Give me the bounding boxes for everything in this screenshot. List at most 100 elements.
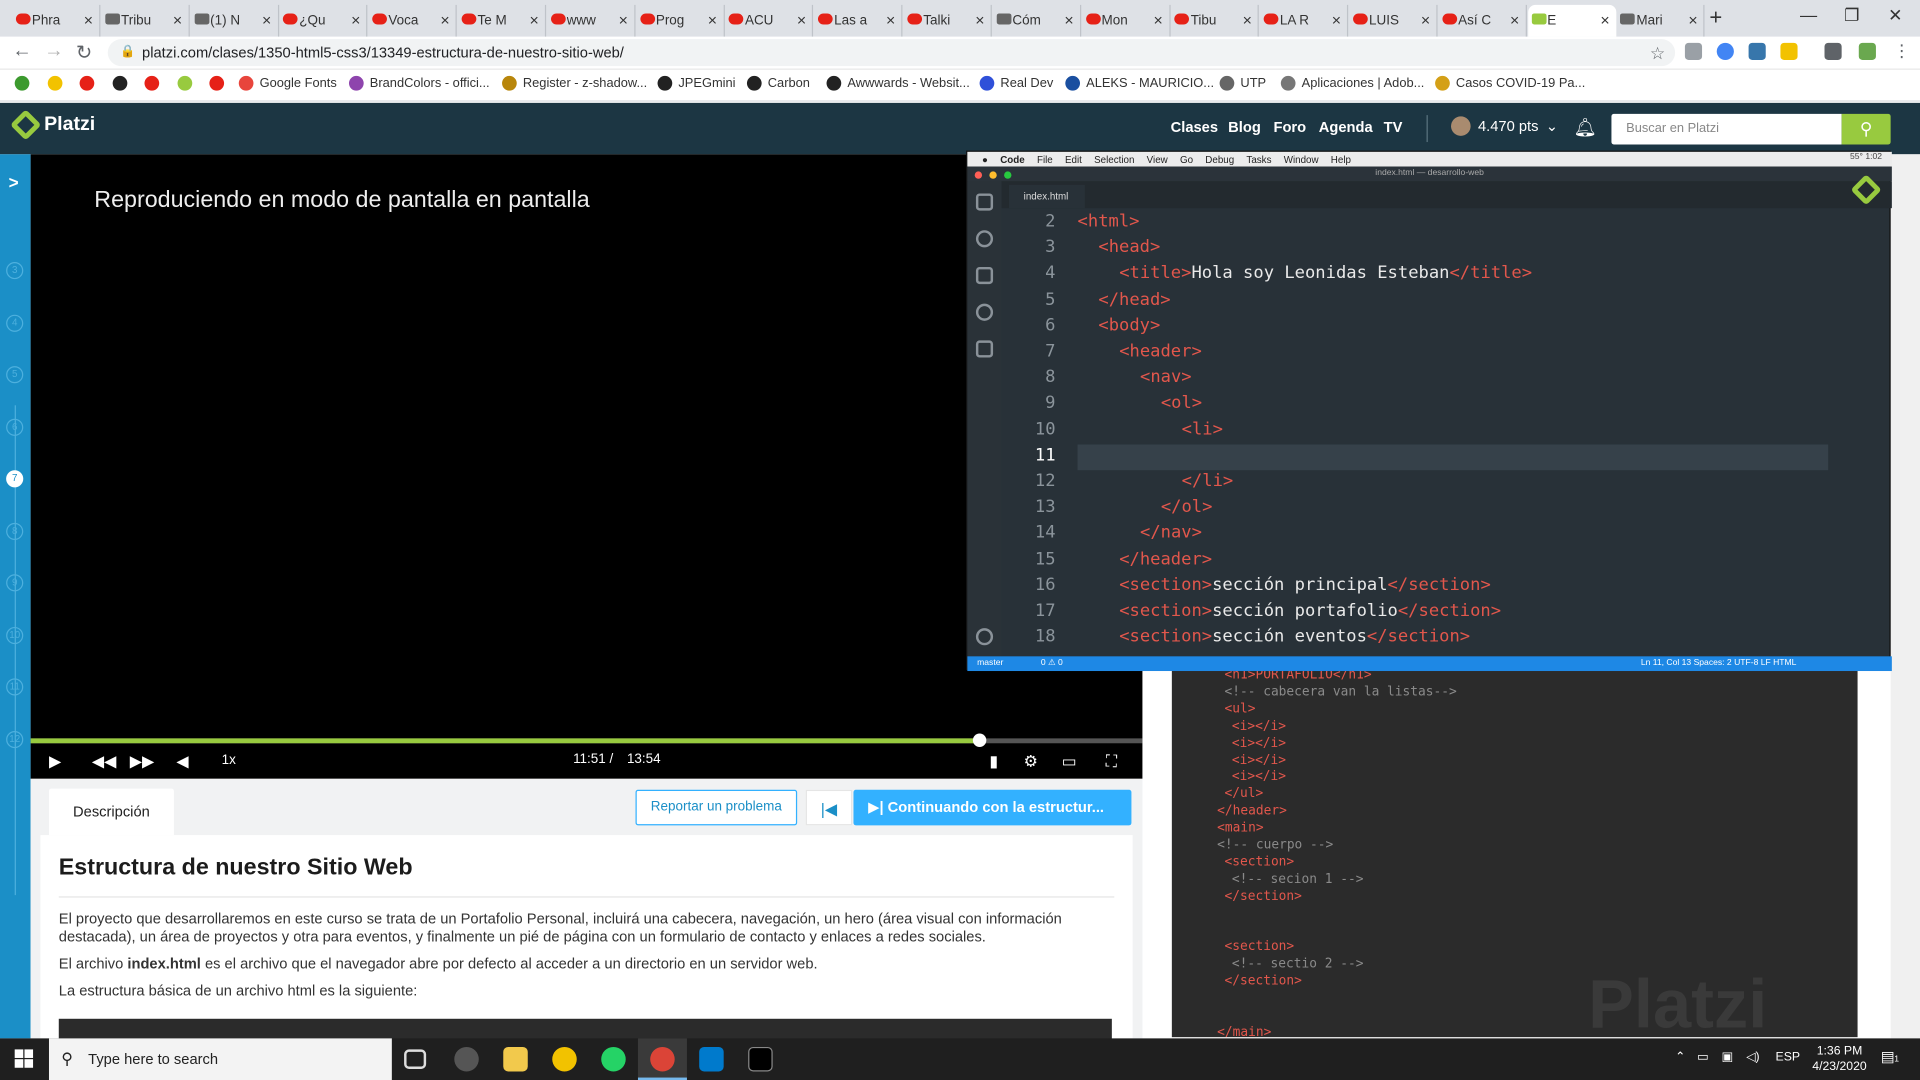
close-tab-icon[interactable]: × — [797, 11, 806, 29]
browser-tab[interactable]: LUIS × — [1349, 4, 1438, 37]
bookmark-item[interactable]: Casos COVID-19 Pa... — [1435, 75, 1585, 91]
close-tab-icon[interactable]: × — [1510, 11, 1519, 29]
bookmark-item[interactable] — [112, 75, 127, 91]
nav-agenda[interactable]: Agenda — [1319, 119, 1373, 136]
close-tab-icon[interactable]: × — [1153, 11, 1162, 29]
code-line[interactable]: <nav> — [1078, 368, 1192, 388]
close-tab-icon[interactable]: × — [1600, 11, 1609, 29]
lesson-step[interactable]: 4 — [6, 314, 24, 332]
bookmark-item[interactable]: Register - z-shadow... — [502, 75, 647, 91]
search-icon[interactable] — [975, 230, 994, 248]
browser-tab[interactable]: (1) N × — [191, 4, 279, 37]
language-indicator[interactable]: ESP — [1776, 1051, 1801, 1064]
bookmark-item[interactable]: Aplicaciones | Adob... — [1280, 75, 1424, 91]
menu-item[interactable]: Selection — [1094, 154, 1134, 165]
menu-item[interactable]: View — [1147, 154, 1168, 165]
vscode-icon[interactable] — [699, 1046, 724, 1072]
settings-gear-icon[interactable] — [975, 628, 994, 646]
rewind-icon[interactable]: ◀◀ — [92, 752, 116, 772]
bookmark-item[interactable]: BrandColors - offici... — [348, 75, 490, 91]
bookmark-item[interactable] — [209, 75, 225, 91]
close-tab-icon[interactable]: × — [351, 11, 360, 29]
notification-icon[interactable]: ▤ — [1881, 1048, 1895, 1065]
close-tab-icon[interactable]: × — [1064, 11, 1073, 29]
page-scrollbar[interactable] — [1890, 154, 1920, 1039]
bookmark-item[interactable] — [47, 75, 62, 91]
lesson-step[interactable]: 9 — [6, 574, 24, 592]
bookmark-item[interactable] — [14, 75, 30, 91]
progress-handle[interactable] — [972, 733, 986, 747]
battery-icon[interactable]: ▭ — [1697, 1051, 1709, 1064]
profile-icon[interactable] — [1858, 42, 1876, 61]
fullscreen-icon[interactable]: ⛶ — [1106, 752, 1117, 772]
next-lesson-button[interactable]: ▶| Continuando con la estructur... — [853, 789, 1132, 826]
lesson-step[interactable]: 5 — [6, 366, 24, 384]
volume-icon[interactable]: ◀ — [176, 752, 188, 772]
network-icon[interactable]: ▣ — [1722, 1051, 1734, 1064]
close-tab-icon[interactable]: × — [440, 11, 449, 29]
browser-tab[interactable]: LA R × — [1260, 4, 1349, 37]
extension-icon[interactable] — [1780, 42, 1798, 61]
code-line[interactable]: </ol> — [1078, 497, 1213, 517]
browser-tab[interactable]: Así C × — [1439, 4, 1527, 37]
code-line[interactable]: <section>sección eventos</section> — [1078, 627, 1470, 647]
code-line[interactable]: <section>sección principal</section> — [1078, 575, 1491, 595]
terminal-icon[interactable] — [748, 1046, 773, 1072]
whatsapp-icon[interactable] — [601, 1046, 626, 1072]
menu-item[interactable]: Debug — [1205, 154, 1234, 165]
task-view-icon[interactable] — [404, 1049, 427, 1069]
maximize-button[interactable]: ❐ — [1844, 5, 1859, 26]
bookmark-item[interactable] — [79, 75, 95, 91]
lesson-step[interactable]: 6 — [6, 418, 24, 436]
code-editor[interactable]: <html> <head> <title>Hola soy Leonidas Est… — [1065, 208, 1892, 656]
close-tab-icon[interactable]: × — [708, 11, 717, 29]
bookmark-item[interactable]: ALEKS - MAURICIO... — [1065, 75, 1214, 91]
browser-tab[interactable]: Voca × — [369, 4, 457, 37]
bookmark-star-icon[interactable]: ☆ — [1650, 39, 1665, 66]
cursor-position[interactable]: Ln 11, Col 13 Spaces: 2 UTF-8 LF HTML — [1641, 656, 1797, 671]
browser-tab[interactable]: Las a × — [815, 4, 903, 37]
code-line[interactable]: </li> — [1078, 471, 1234, 491]
file-tab-index[interactable]: index.html — [1008, 184, 1085, 209]
code-line[interactable]: <html> — [1078, 212, 1140, 232]
taskbar-search[interactable]: ⚲ Type here to search — [48, 1038, 392, 1080]
lesson-step[interactable]: 8 — [6, 522, 24, 540]
speed-button[interactable]: 1x — [222, 753, 236, 768]
points-menu[interactable]: 4.470 pts ⌄ — [1451, 116, 1558, 136]
menu-item[interactable]: Help — [1331, 154, 1351, 165]
browser-tab[interactable]: Talki × — [904, 4, 992, 37]
bookmark-icon[interactable]: ▮ — [989, 752, 998, 772]
reload-icon[interactable]: ↻ — [76, 40, 92, 64]
lesson-step[interactable]: 12 — [6, 730, 24, 748]
close-tab-icon[interactable]: × — [1332, 11, 1341, 29]
browser-tab[interactable]: Phra × — [12, 4, 101, 37]
source-control-icon[interactable] — [975, 266, 994, 285]
code-line[interactable]: <title>Hola soy Leonidas Esteban</title> — [1078, 264, 1532, 284]
lesson-step[interactable]: 10 — [6, 626, 24, 644]
bookmark-item[interactable]: UTP — [1219, 75, 1266, 91]
browser-tab[interactable]: Te M × — [458, 4, 547, 37]
close-window-button[interactable]: ✕ — [1888, 5, 1902, 26]
browser-tab[interactable]: Mon × — [1082, 4, 1171, 37]
play-icon[interactable]: ▶ — [49, 752, 61, 772]
bookmark-item[interactable] — [144, 75, 160, 91]
clock[interactable]: 1:36 PM 4/23/2020 — [1812, 1043, 1866, 1075]
gear-icon[interactable]: ⚙ — [1024, 752, 1038, 772]
menu-item[interactable]: Window — [1284, 154, 1319, 165]
code-line[interactable]: <ol> — [1078, 394, 1202, 414]
python-extension-icon[interactable] — [1748, 42, 1766, 61]
minimize-dot[interactable] — [989, 171, 997, 179]
extensions-icon[interactable] — [975, 340, 994, 358]
code-line[interactable]: <li> — [1078, 420, 1223, 440]
nav-blog[interactable]: Blog — [1228, 119, 1261, 136]
code-line[interactable]: </head> — [1078, 290, 1170, 310]
problems-count[interactable]: 0 ⚠ 0 — [1041, 656, 1063, 671]
video-progress-bar[interactable] — [30, 733, 1143, 747]
bookmark-item[interactable]: Carbon — [746, 75, 810, 91]
close-tab-icon[interactable]: × — [173, 11, 182, 29]
lesson-step[interactable]: 7 — [6, 470, 24, 488]
close-tab-icon[interactable]: × — [1421, 11, 1430, 29]
branch-label[interactable]: master — [977, 656, 1003, 671]
browser-tab[interactable]: ACU × — [725, 4, 814, 37]
volume-icon[interactable]: ◁) — [1746, 1051, 1760, 1064]
